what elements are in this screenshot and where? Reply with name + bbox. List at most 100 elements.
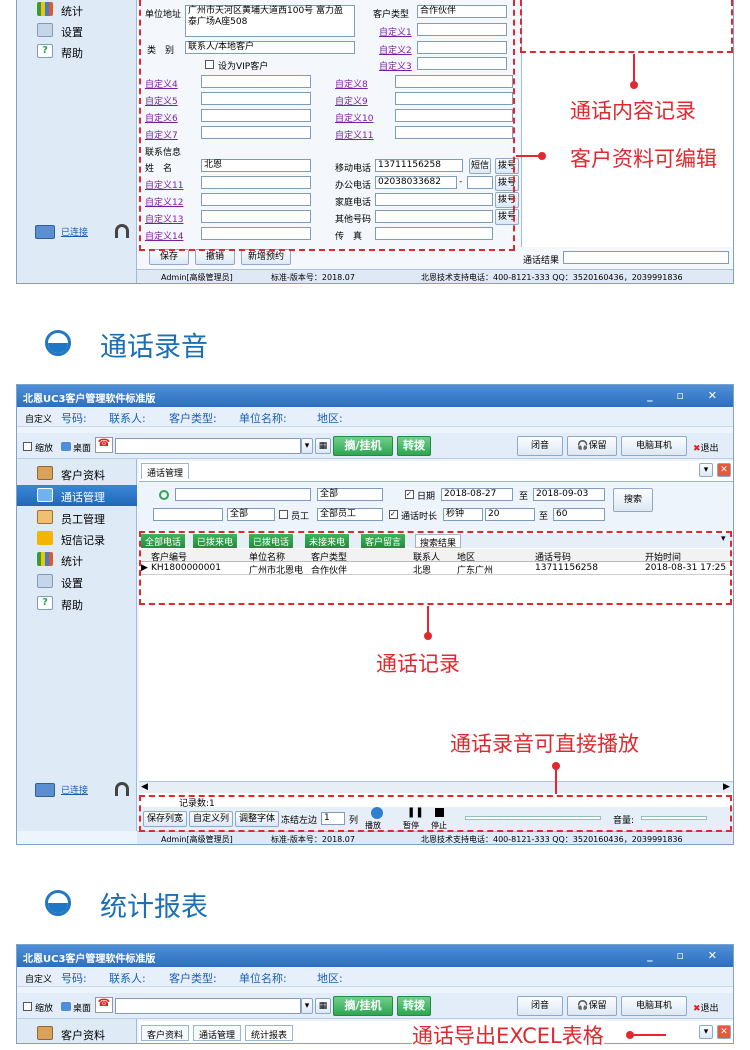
help-icon: ? xyxy=(37,596,53,610)
settings-icon xyxy=(37,23,53,37)
date-checkbox[interactable]: ✓ xyxy=(405,490,414,499)
status-version: 标准-版本号：2018.07 xyxy=(271,835,355,844)
status-support: 北恩技术支持电话：400-8121-333 QQ：3520160436，2039… xyxy=(421,273,683,282)
desktop-label[interactable]: 桌面 xyxy=(73,441,91,454)
employee-checkbox[interactable] xyxy=(279,510,288,519)
mute-button[interactable]: 闭音 xyxy=(517,436,563,456)
tab-call-management[interactable]: 通话管理 xyxy=(141,463,190,479)
keypad-button[interactable]: ▦ xyxy=(315,998,331,1014)
calls-icon xyxy=(37,488,53,502)
section-icon-reports xyxy=(45,890,71,916)
sidebar-item-stats[interactable]: 统计 xyxy=(17,549,137,570)
employee-select[interactable]: 全部员工 xyxy=(317,508,383,521)
sidebar-item-help[interactable]: ? 帮助 xyxy=(17,593,137,614)
query-customer-type[interactable]: 客户类型: xyxy=(169,970,217,986)
sidebar-item-settings[interactable]: 设置 xyxy=(17,20,137,41)
pickup-hangup-button[interactable]: 摘/挂机 xyxy=(333,436,393,456)
panel-close-button[interactable]: ✕ xyxy=(717,1025,731,1039)
query-region[interactable]: 地区: xyxy=(317,410,343,426)
duration-unit-select[interactable]: 秒钟 xyxy=(443,508,483,521)
desktop-label[interactable]: 桌面 xyxy=(73,1001,91,1014)
new-appointment-button[interactable]: 新增预约 xyxy=(241,249,291,265)
filter-type-select[interactable]: 全部 xyxy=(317,488,383,501)
query-contact[interactable]: 联系人: xyxy=(109,970,146,986)
call-management-window: 北恩UC3客户管理软件标准版 _ ▫ ✕ 自定义 号码: 联系人: 客户类型: 单… xyxy=(16,384,734,845)
shrink-label: 缩放 xyxy=(35,1004,54,1014)
transfer-button[interactable]: 转拨 xyxy=(397,996,431,1016)
dial-number-input[interactable] xyxy=(115,438,301,454)
status-user: Admin[高级管理员] xyxy=(161,835,233,844)
query-company[interactable]: 单位名称: xyxy=(239,970,287,986)
dial-dropdown[interactable]: ▾ xyxy=(301,998,313,1014)
filter-text-field[interactable] xyxy=(153,508,223,521)
query-customer-type[interactable]: 客户类型: xyxy=(169,410,217,426)
transfer-button[interactable]: 转拨 xyxy=(397,436,431,456)
sidebar-item-help[interactable]: ? 帮助 xyxy=(17,41,137,62)
sidebar-item-stats[interactable]: 统计 xyxy=(17,0,137,20)
save-button[interactable]: 保存 xyxy=(149,249,189,265)
tab-statistics[interactable]: 统计报表 xyxy=(245,1025,294,1041)
keypad-button[interactable]: ▦ xyxy=(315,438,331,454)
anno-line-5 xyxy=(630,1034,666,1036)
panel-dropdown-button[interactable]: ▾ xyxy=(699,463,713,477)
sidebar-item-staff[interactable]: 员工管理 xyxy=(17,507,137,528)
window-controls[interactable]: _ ▫ ✕ xyxy=(647,389,727,402)
connected-link[interactable]: 已连接 xyxy=(61,783,88,796)
date-from-field[interactable]: 2018-08-27 xyxy=(441,488,513,501)
query-company[interactable]: 单位名称: xyxy=(239,410,287,426)
cancel-button[interactable]: 撤销 xyxy=(195,249,235,265)
sidebar-item-sms[interactable]: 短信记录 xyxy=(17,528,137,549)
connected-link[interactable]: 已连接 xyxy=(61,225,88,238)
search-icon xyxy=(159,490,169,500)
scroll-right-icon[interactable]: ▶ xyxy=(723,782,730,792)
window-controls[interactable]: _ ▫ ✕ xyxy=(647,949,727,962)
query-phone[interactable]: 号码: xyxy=(61,410,87,426)
hold-button[interactable]: 🎧保留 xyxy=(567,436,617,456)
duration-to-field[interactable]: 60 xyxy=(553,508,605,521)
tab-customers[interactable]: 客户资料 xyxy=(141,1025,190,1041)
date-to-field[interactable]: 2018-09-03 xyxy=(533,488,605,501)
mute-button[interactable]: 闭音 xyxy=(517,996,563,1016)
duration-label: 通话时长 xyxy=(401,512,438,522)
exit-button[interactable]: ✖退出 xyxy=(693,441,719,454)
sidebar-item-calls[interactable]: 通话管理 xyxy=(17,485,137,506)
search-button[interactable]: 搜索 xyxy=(613,488,653,512)
hold-button[interactable]: 🎧保留 xyxy=(567,996,617,1016)
horizontal-scrollbar[interactable]: ◀ ▶ xyxy=(139,781,733,793)
search-keyword-select[interactable] xyxy=(175,488,311,501)
anno-dot-3 xyxy=(424,632,432,640)
sidebar-item-customers[interactable]: 客户资料 xyxy=(17,463,137,484)
date-label: 日期 xyxy=(417,492,436,502)
sidebar-item-customers[interactable]: 客户资料 xyxy=(17,1023,137,1043)
sidebar-item-settings[interactable]: 设置 xyxy=(17,571,137,592)
call-result-field[interactable] xyxy=(563,251,729,264)
pc-headset-button[interactable]: 电脑耳机 xyxy=(621,996,687,1016)
panel-close-button[interactable]: ✕ xyxy=(717,463,731,477)
status-user: Admin[高级管理员] xyxy=(161,273,233,282)
playback-highlight-box xyxy=(139,795,732,832)
query-phone[interactable]: 号码: xyxy=(61,970,87,986)
pickup-hangup-button[interactable]: 摘/挂机 xyxy=(333,996,393,1016)
quick-query-bar: 自定义 号码: 联系人: 客户类型: 单位名称: 地区: xyxy=(17,407,733,427)
shrink-checkbox[interactable] xyxy=(23,1002,32,1011)
query-contact[interactable]: 联系人: xyxy=(109,410,146,426)
panel-dropdown-button[interactable]: ▾ xyxy=(699,1025,713,1039)
help-icon: ? xyxy=(37,44,53,58)
section-icon-recording xyxy=(45,330,71,356)
query-region[interactable]: 地区: xyxy=(317,970,343,986)
sidebar: 客户资料 xyxy=(17,1019,137,1043)
duration-checkbox[interactable]: ✓ xyxy=(389,510,398,519)
window-titlebar: 北恩UC3客户管理软件标准版 _ ▫ ✕ xyxy=(17,385,733,407)
computer-icon xyxy=(35,783,55,797)
duration-from-field[interactable]: 20 xyxy=(485,508,535,521)
exit-button[interactable]: ✖退出 xyxy=(693,1001,719,1014)
scroll-left-icon[interactable]: ◀ xyxy=(141,782,148,792)
pc-headset-button[interactable]: 电脑耳机 xyxy=(621,436,687,456)
statistics-window: 北恩UC3客户管理软件标准版 _ ▫ ✕ 自定义 号码: 联系人: 客户类型: 单… xyxy=(16,944,734,1044)
dial-number-input[interactable] xyxy=(115,998,301,1014)
anno-editable: 客户资料可编辑 xyxy=(570,147,717,171)
dial-dropdown[interactable]: ▾ xyxy=(301,438,313,454)
filter-scope-select[interactable]: 全部 xyxy=(227,508,275,521)
shrink-checkbox[interactable] xyxy=(23,442,32,451)
tab-call-management[interactable]: 通话管理 xyxy=(193,1025,242,1041)
